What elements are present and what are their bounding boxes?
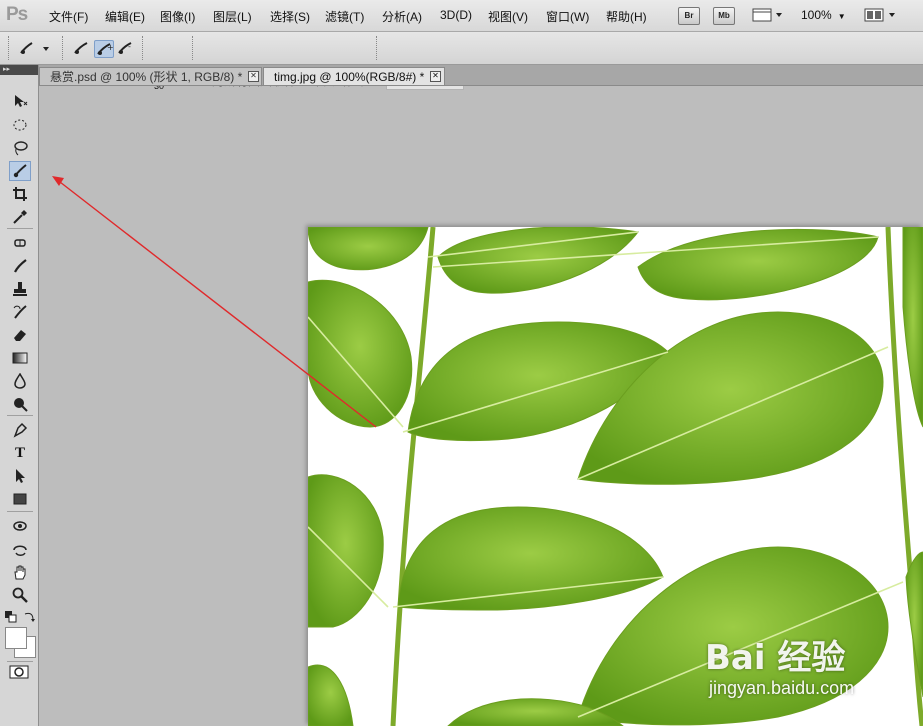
chevron-down-icon: ▼ [837, 12, 846, 21]
toolbox-divider [7, 661, 33, 662]
menu-layer[interactable]: 图层(L) [213, 8, 252, 25]
toolbox-collapse-icon[interactable]: ▸▸ [0, 65, 38, 75]
bridge-button[interactable]: Br [678, 7, 700, 25]
3d-orbit-tool-icon[interactable] [9, 539, 31, 559]
options-grip[interactable] [8, 36, 12, 60]
subtract-from-selection-brush-icon[interactable]: - [116, 40, 134, 56]
swap-colors-icon[interactable] [23, 611, 35, 626]
toolbox: ▸▸ T [0, 65, 39, 726]
menu-view[interactable]: 视图(V) [488, 8, 528, 25]
menu-filter[interactable]: 滤镜(T) [325, 8, 364, 25]
tab-timg-jpg[interactable]: timg.jpg @ 100%(RGB/8#) * ✕ [263, 67, 445, 85]
menu-window[interactable]: 窗口(W) [546, 8, 589, 25]
lasso-tool-icon[interactable] [9, 138, 31, 158]
quick-mask-icon[interactable] [9, 664, 29, 683]
tab-label: timg.jpg @ 100%(RGB/8#) * [274, 70, 425, 84]
watermark-url: jingyan.baidu.com [709, 678, 855, 698]
tab-label: 悬赏.psd @ 100% (形状 1, RGB/8) * [50, 70, 243, 84]
path-selection-tool-icon[interactable] [9, 466, 31, 486]
svg-text:+: + [107, 43, 113, 52]
eraser-tool-icon[interactable] [9, 325, 31, 345]
photoshop-logo: Ps [6, 4, 28, 25]
options-divider [192, 36, 196, 60]
svg-text:-: - [128, 42, 131, 51]
new-selection-brush-icon[interactable] [72, 40, 90, 56]
move-tool-icon[interactable] [9, 91, 31, 111]
menu-3d[interactable]: 3D(D) [440, 8, 472, 22]
type-tool-glyph: T [14, 444, 25, 461]
menu-select[interactable]: 选择(S) [270, 8, 310, 25]
quick-selection-tool-icon[interactable] [9, 161, 31, 181]
clone-stamp-tool-icon[interactable] [9, 279, 31, 299]
document-tab-bar: 悬赏.psd @ 100% (形状 1, RGB/8) * ✕ timg.jpg… [39, 65, 923, 86]
view-extras-icon[interactable] [752, 7, 784, 26]
close-icon[interactable]: ✕ [430, 71, 441, 82]
hand-tool-icon[interactable] [9, 562, 31, 582]
mini-bridge-button[interactable]: Mb [713, 7, 735, 25]
type-tool-icon[interactable]: T [9, 443, 31, 463]
pen-tool-icon[interactable] [9, 420, 31, 440]
zoom-level-dropdown[interactable]: 100% ▼ [801, 8, 846, 22]
crop-tool-icon[interactable] [9, 184, 31, 204]
dodge-tool-icon[interactable] [9, 394, 31, 414]
zoom-tool-icon[interactable] [9, 585, 31, 605]
3d-rotate-tool-icon[interactable] [9, 516, 31, 536]
toolbox-divider [7, 415, 33, 416]
baidu-jingyan-watermark: Bai 经验 jingyan.baidu.com [705, 630, 915, 700]
toolbox-divider [7, 228, 33, 229]
menu-help[interactable]: 帮助(H) [606, 8, 647, 25]
tab-xuanshang-psd[interactable]: 悬赏.psd @ 100% (形状 1, RGB/8) * ✕ [39, 67, 262, 85]
zoom-level: 100% [801, 8, 832, 22]
marquee-tool-icon[interactable] [9, 115, 31, 135]
options-divider [376, 36, 380, 60]
options-divider [142, 36, 146, 60]
toolbox-divider [7, 511, 33, 512]
tool-preset-picker[interactable] [18, 40, 52, 56]
options-bar: + - 30 对所有图层取样 自动增强 调整边缘... [0, 32, 923, 91]
foreground-color-swatch[interactable] [5, 627, 27, 649]
menu-file[interactable]: 文件(F) [49, 8, 88, 25]
spot-healing-tool-icon[interactable] [9, 233, 31, 253]
close-icon[interactable]: ✕ [248, 71, 259, 82]
blur-tool-icon[interactable] [9, 371, 31, 391]
brush-tool-icon[interactable] [9, 256, 31, 276]
menu-image[interactable]: 图像(I) [160, 8, 195, 25]
add-to-selection-brush-icon[interactable]: + [94, 40, 114, 58]
options-divider [62, 36, 66, 60]
rectangle-tool-icon[interactable] [9, 489, 31, 509]
history-brush-tool-icon[interactable] [9, 302, 31, 322]
default-colors-icon[interactable] [5, 611, 17, 626]
eyedropper-tool-icon[interactable] [9, 207, 31, 227]
gradient-tool-icon[interactable] [9, 348, 31, 368]
arrange-documents-icon[interactable] [864, 7, 898, 26]
menu-edit[interactable]: 编辑(E) [105, 8, 145, 25]
menu-analysis[interactable]: 分析(A) [382, 8, 422, 25]
watermark-logo: Bai 经验 [705, 638, 846, 678]
menu-bar: Ps 文件(F) 编辑(E) 图像(I) 图层(L) 选择(S) 滤镜(T) 分… [0, 0, 923, 32]
